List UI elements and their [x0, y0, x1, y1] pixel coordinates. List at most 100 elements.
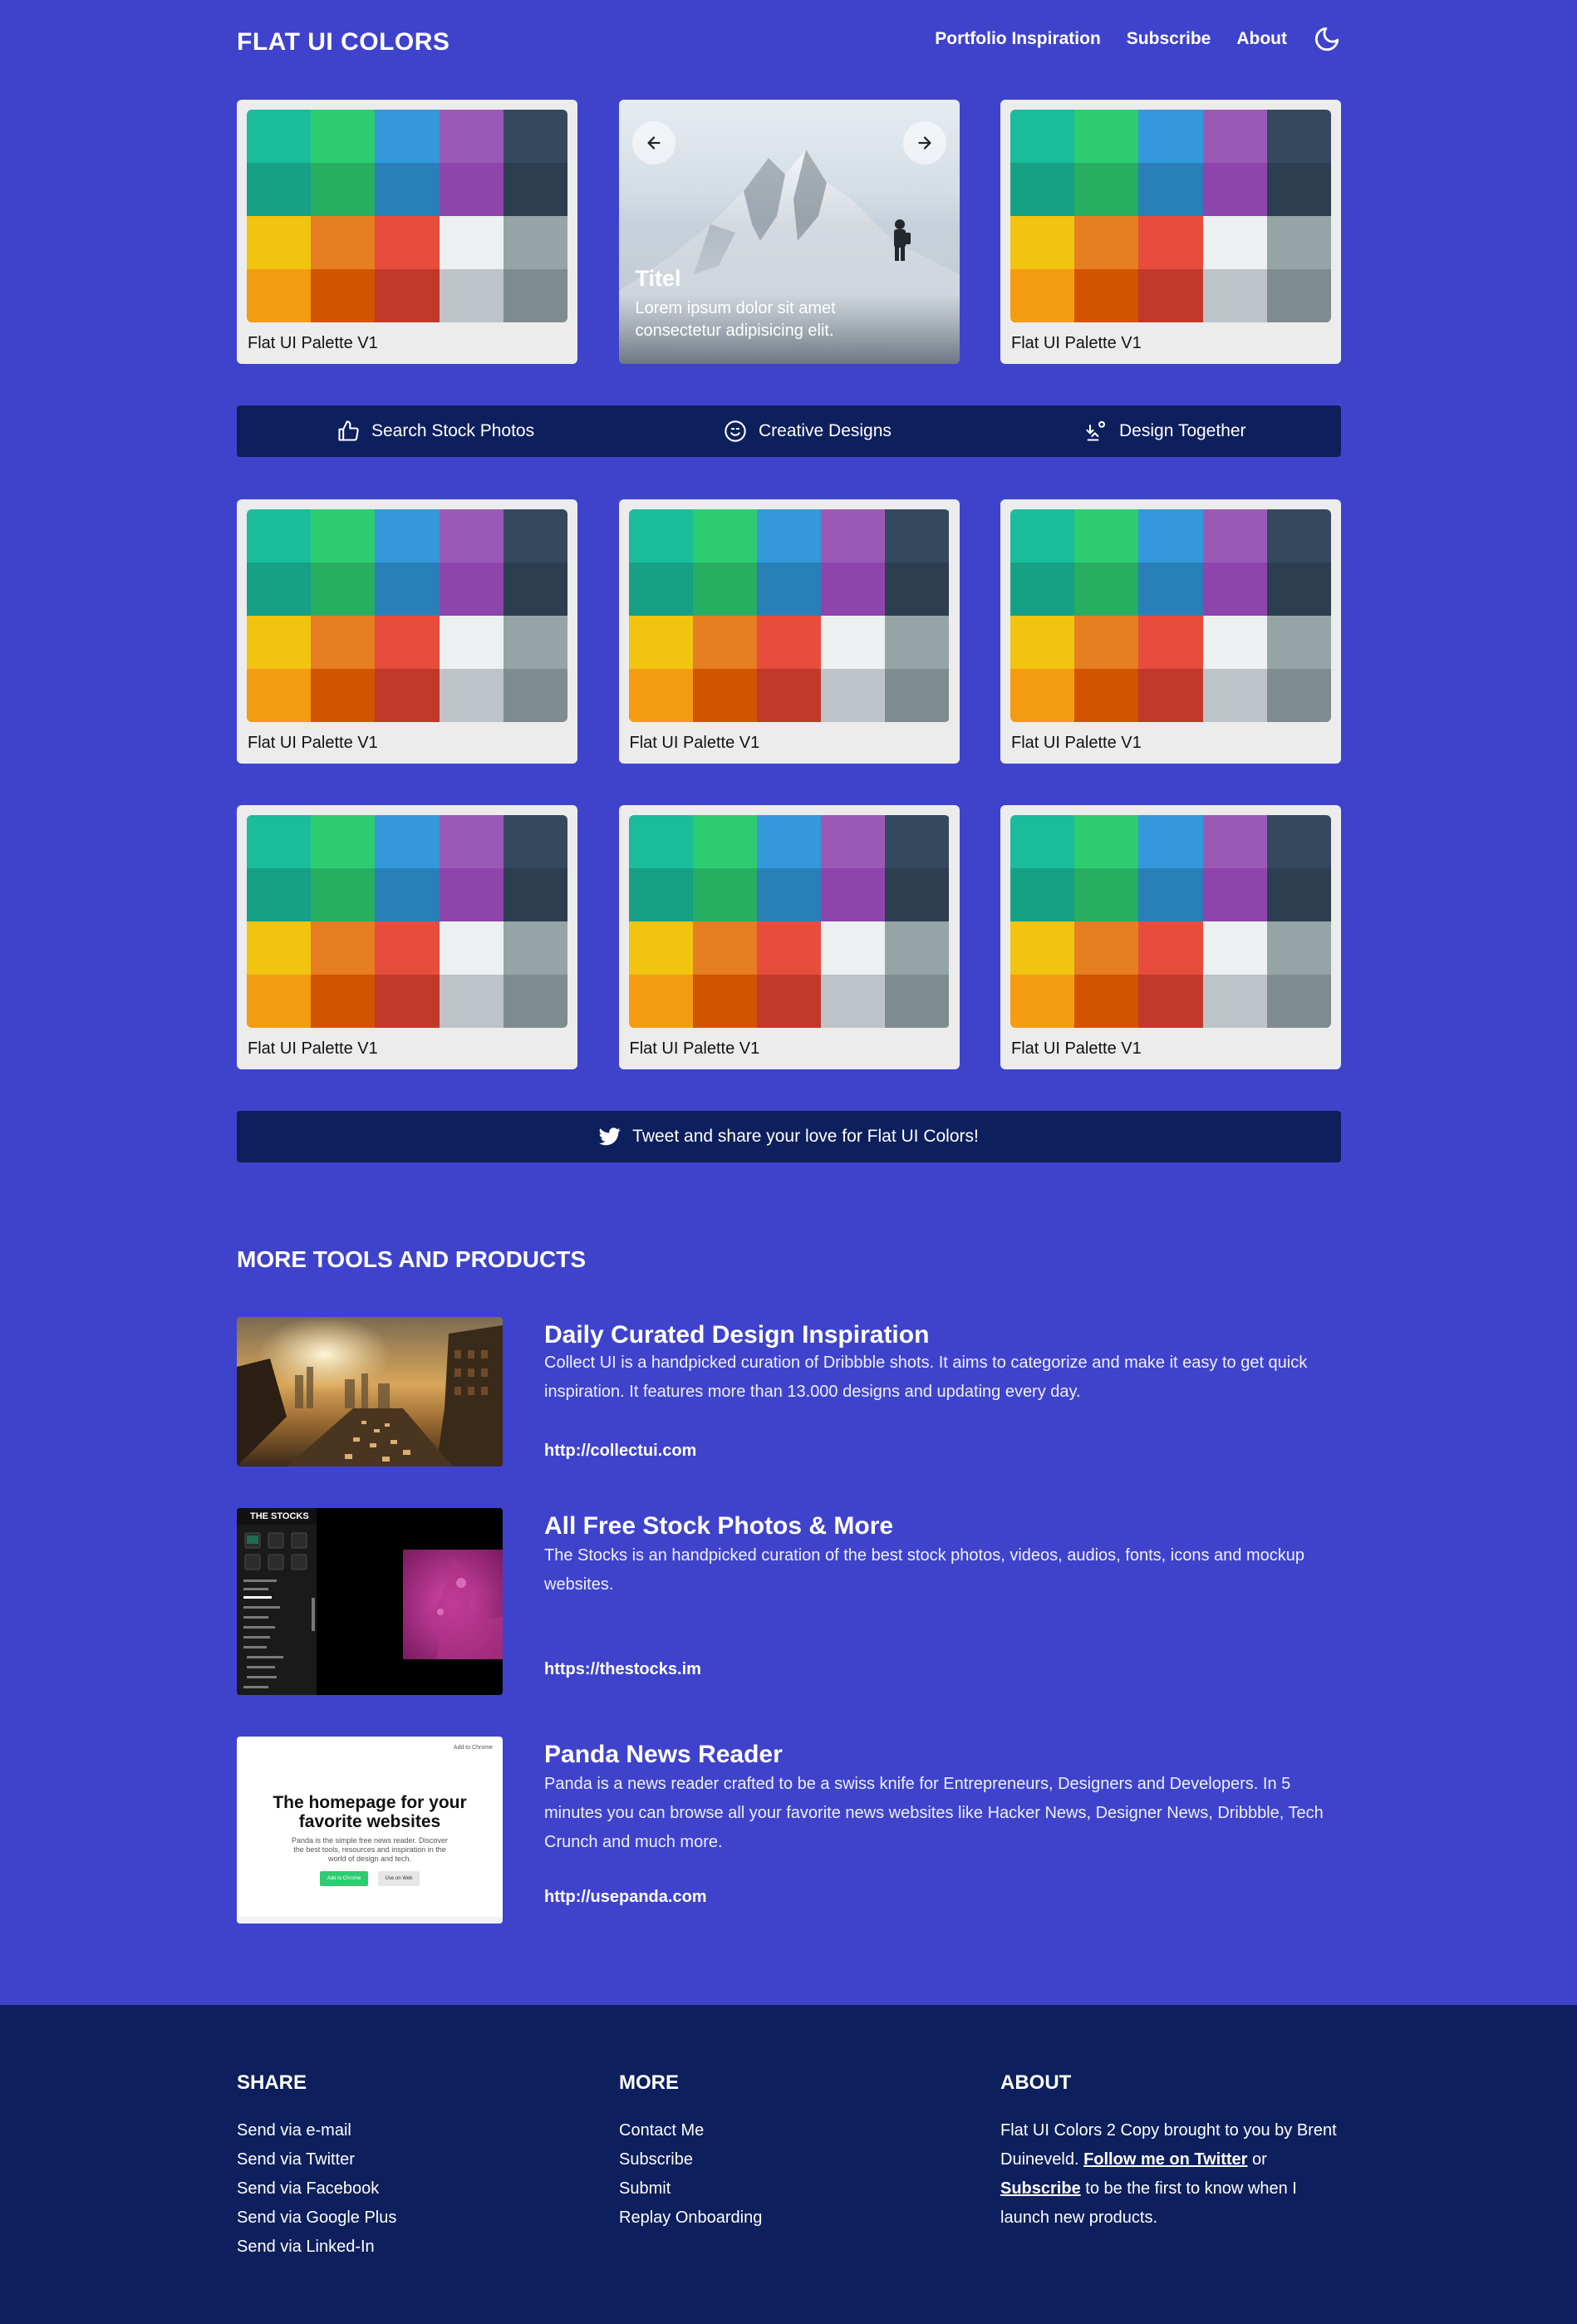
- color-swatch[interactable]: [756, 815, 822, 868]
- color-swatch[interactable]: [1074, 110, 1139, 163]
- color-swatch[interactable]: [375, 269, 440, 322]
- color-swatch[interactable]: [628, 815, 693, 868]
- color-swatch[interactable]: [503, 269, 567, 322]
- nav-portfolio-inspiration[interactable]: Portfolio Inspiration: [935, 29, 1101, 49]
- color-swatch[interactable]: [311, 669, 376, 722]
- nav-subscribe[interactable]: Subscribe: [1127, 29, 1211, 49]
- color-swatch[interactable]: [1074, 216, 1139, 269]
- color-swatch[interactable]: [1138, 563, 1203, 616]
- color-swatch[interactable]: [375, 563, 440, 616]
- product-link[interactable]: http://collectui.com: [544, 1442, 696, 1461]
- color-swatch[interactable]: [821, 868, 886, 921]
- color-swatch[interactable]: [1010, 669, 1075, 722]
- palette-card[interactable]: Flat UI Palette V1: [618, 499, 960, 764]
- nav-about[interactable]: About: [1236, 29, 1287, 49]
- share-linkedin-link[interactable]: Send via Linked-In: [237, 2233, 577, 2262]
- color-swatch[interactable]: [1138, 815, 1203, 868]
- color-swatch[interactable]: [1010, 110, 1075, 163]
- color-swatch[interactable]: [1074, 975, 1139, 1028]
- color-swatch[interactable]: [1266, 815, 1331, 868]
- color-swatch[interactable]: [1074, 509, 1139, 563]
- color-swatch[interactable]: [1138, 669, 1203, 722]
- color-swatch[interactable]: [1138, 110, 1203, 163]
- color-swatch[interactable]: [439, 163, 504, 216]
- color-swatch[interactable]: [885, 975, 950, 1028]
- color-swatch[interactable]: [628, 975, 693, 1028]
- color-swatch[interactable]: [692, 563, 757, 616]
- color-swatch[interactable]: [821, 975, 886, 1028]
- color-swatch[interactable]: [311, 616, 376, 669]
- color-swatch[interactable]: [503, 669, 567, 722]
- color-swatch[interactable]: [1138, 975, 1203, 1028]
- color-swatch[interactable]: [1074, 269, 1139, 322]
- color-swatch[interactable]: [692, 815, 757, 868]
- color-swatch[interactable]: [375, 975, 440, 1028]
- color-swatch[interactable]: [1138, 921, 1203, 975]
- contact-me-link[interactable]: Contact Me: [619, 2116, 960, 2145]
- color-swatch[interactable]: [1074, 163, 1139, 216]
- color-swatch[interactable]: [439, 509, 504, 563]
- color-swatch[interactable]: [1202, 509, 1267, 563]
- color-swatch[interactable]: [885, 616, 950, 669]
- color-swatch[interactable]: [1202, 868, 1267, 921]
- color-swatch[interactable]: [885, 669, 950, 722]
- color-swatch[interactable]: [1010, 616, 1075, 669]
- color-swatch[interactable]: [1010, 509, 1075, 563]
- color-swatch[interactable]: [247, 563, 312, 616]
- color-swatch[interactable]: [692, 616, 757, 669]
- feature-search-stock-photos[interactable]: Search Stock Photos: [337, 420, 534, 443]
- color-swatch[interactable]: [628, 669, 693, 722]
- color-swatch[interactable]: [439, 616, 504, 669]
- color-swatch[interactable]: [1138, 616, 1203, 669]
- color-swatch[interactable]: [1010, 975, 1075, 1028]
- color-swatch[interactable]: [692, 975, 757, 1028]
- color-swatch[interactable]: [375, 868, 440, 921]
- replay-onboarding-link[interactable]: Replay Onboarding: [619, 2204, 960, 2233]
- feature-design-together[interactable]: Design Together: [1084, 420, 1246, 443]
- color-swatch[interactable]: [439, 269, 504, 322]
- footer-subscribe-link[interactable]: Subscribe: [619, 2145, 960, 2174]
- color-swatch[interactable]: [756, 509, 822, 563]
- color-swatch[interactable]: [1202, 269, 1267, 322]
- color-swatch[interactable]: [885, 921, 950, 975]
- color-swatch[interactable]: [375, 110, 440, 163]
- color-swatch[interactable]: [1010, 868, 1075, 921]
- color-swatch[interactable]: [885, 563, 950, 616]
- palette-card[interactable]: Flat UI Palette V1: [1000, 499, 1341, 764]
- color-swatch[interactable]: [1202, 921, 1267, 975]
- color-swatch[interactable]: [1074, 921, 1139, 975]
- color-swatch[interactable]: [1010, 563, 1075, 616]
- color-swatch[interactable]: [1010, 216, 1075, 269]
- color-swatch[interactable]: [247, 815, 312, 868]
- palette-card[interactable]: Flat UI Palette V1: [1000, 805, 1341, 1069]
- color-swatch[interactable]: [821, 563, 886, 616]
- color-swatch[interactable]: [692, 868, 757, 921]
- palette-card[interactable]: Flat UI Palette V1: [237, 100, 577, 364]
- color-swatch[interactable]: [1010, 815, 1075, 868]
- color-swatch[interactable]: [311, 975, 376, 1028]
- palette-card[interactable]: Flat UI Palette V1: [237, 805, 577, 1069]
- color-swatch[interactable]: [692, 669, 757, 722]
- color-swatch[interactable]: [247, 921, 312, 975]
- color-swatch[interactable]: [439, 975, 504, 1028]
- color-swatch[interactable]: [1266, 616, 1331, 669]
- color-swatch[interactable]: [1202, 563, 1267, 616]
- color-swatch[interactable]: [1074, 815, 1139, 868]
- color-swatch[interactable]: [503, 163, 567, 216]
- palette-card[interactable]: Flat UI Palette V1: [237, 499, 577, 764]
- color-swatch[interactable]: [311, 563, 376, 616]
- color-swatch[interactable]: [503, 815, 567, 868]
- color-swatch[interactable]: [1138, 509, 1203, 563]
- color-swatch[interactable]: [628, 509, 693, 563]
- color-swatch[interactable]: [375, 616, 440, 669]
- product-link[interactable]: https://thestocks.im: [544, 1660, 701, 1679]
- color-swatch[interactable]: [1266, 216, 1331, 269]
- color-swatch[interactable]: [1074, 616, 1139, 669]
- color-swatch[interactable]: [247, 216, 312, 269]
- about-subscribe-link[interactable]: Subscribe: [1000, 2179, 1081, 2198]
- color-swatch[interactable]: [247, 975, 312, 1028]
- color-swatch[interactable]: [439, 921, 504, 975]
- palette-card[interactable]: Flat UI Palette V1: [1000, 100, 1341, 364]
- color-swatch[interactable]: [1266, 921, 1331, 975]
- color-swatch[interactable]: [756, 868, 822, 921]
